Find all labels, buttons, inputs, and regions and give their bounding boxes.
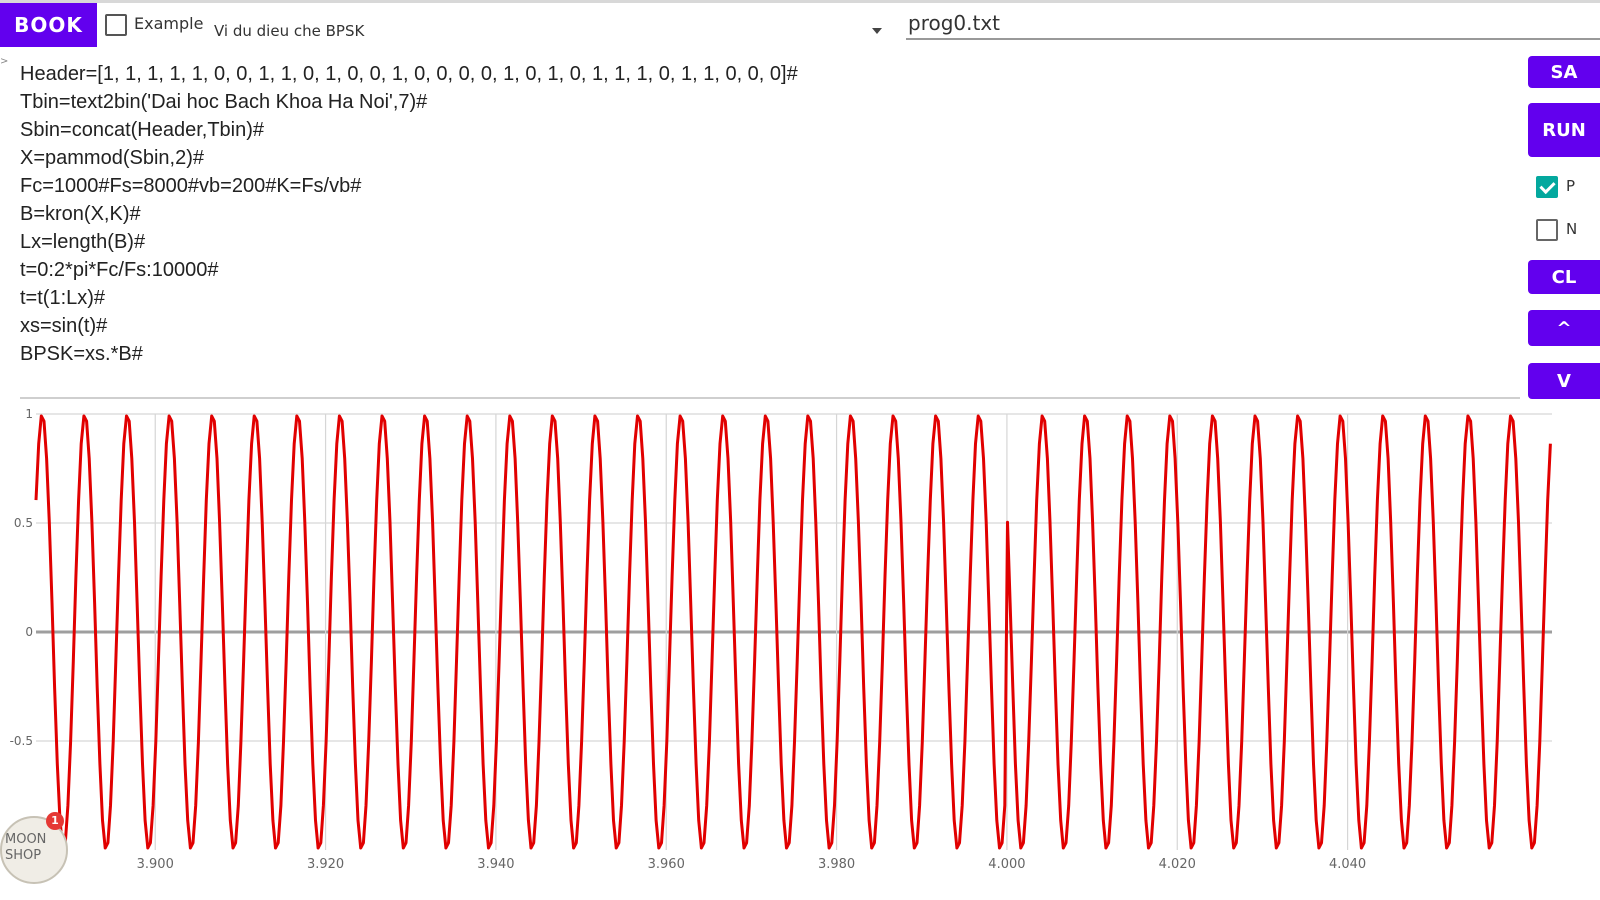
cl-button[interactable]: CL	[1528, 260, 1600, 294]
code-line[interactable]: t=0:2*pi*Fc/Fs:10000#	[20, 256, 1520, 284]
code-line[interactable]: BPSK=xs.*B#	[20, 340, 1520, 368]
code-line[interactable]: t=t(1:Lx)#	[20, 284, 1520, 312]
p-checkbox[interactable]	[1536, 176, 1558, 198]
n-checkbox[interactable]	[1536, 219, 1558, 241]
code-line[interactable]: X=pammod(Sbin,2)#	[20, 144, 1520, 172]
code-line[interactable]: Sbin=concat(Header,Tbin)#	[20, 116, 1520, 144]
moon-shop-badge[interactable]: MOON SHOP 1	[0, 812, 70, 884]
code-line[interactable]: Tbin=text2bin('Dai hoc Bach Khoa Ha Noi'…	[20, 88, 1520, 116]
x-tick-label: 4.040	[1329, 857, 1366, 872]
x-tick-label: 3.900	[137, 857, 174, 872]
dropdown-arrow-icon	[872, 28, 882, 34]
y-tick-label: 0.5	[14, 516, 33, 530]
x-tick-label: 4.020	[1159, 857, 1196, 872]
editor-divider	[20, 397, 1520, 399]
n-checkbox-label: N	[1566, 220, 1578, 238]
scroll-down-button[interactable]: V	[1528, 363, 1600, 399]
code-line[interactable]: Fc=1000#Fs=8000#vb=200#K=Fs/vb#	[20, 172, 1520, 200]
code-gutter-marker: >	[0, 56, 9, 67]
bpsk-signal-chart: 1 0.5 0 -0.5 3.900 3.920 3.940 3.960 3.980 4.000 4…	[10, 407, 1552, 872]
code-line[interactable]: xs=sin(t)#	[20, 312, 1520, 340]
file-name-input[interactable]	[906, 8, 1600, 40]
example-label: Example	[134, 14, 204, 33]
y-tick-label: 0	[25, 625, 33, 639]
book-button[interactable]: BOOK	[0, 3, 97, 47]
x-tick-label: 3.960	[648, 857, 685, 872]
sa-button[interactable]: SA	[1528, 56, 1600, 88]
notification-count: 1	[46, 812, 64, 830]
x-tick-label: 3.920	[307, 857, 344, 872]
chart-axis-labels: 1 0.5 0 -0.5 3.900 3.920 3.940 3.960 3.980 4.000 4…	[10, 407, 1367, 872]
scroll-up-button[interactable]: ^	[1528, 310, 1600, 346]
code-line[interactable]: Header=[1, 1, 1, 1, 1, 0, 0, 1, 1, 0, 1,…	[20, 60, 1520, 88]
code-line[interactable]: Lx=length(B)#	[20, 228, 1520, 256]
top-divider	[0, 0, 1600, 3]
example-select-value: Vi du dieu che BPSK	[214, 22, 365, 40]
code-editor[interactable]: Header=[1, 1, 1, 1, 1, 0, 0, 1, 1, 0, 1,…	[20, 60, 1520, 396]
badge-text: MOON SHOP	[5, 832, 47, 863]
example-select[interactable]: Vi du dieu che BPSK	[214, 20, 882, 46]
p-checkbox-label: P	[1566, 177, 1576, 195]
y-tick-label: 1	[25, 407, 33, 421]
x-tick-label: 3.980	[818, 857, 855, 872]
code-line[interactable]: B=kron(X,K)#	[20, 200, 1520, 228]
y-tick-label: -0.5	[10, 734, 33, 748]
top-toolbar: BOOK Example Vi du dieu che BPSK	[0, 0, 1600, 50]
example-checkbox[interactable]	[105, 14, 127, 36]
run-button[interactable]: RUN	[1528, 103, 1600, 157]
x-tick-label: 3.940	[477, 857, 514, 872]
x-tick-label: 4.000	[988, 857, 1025, 872]
